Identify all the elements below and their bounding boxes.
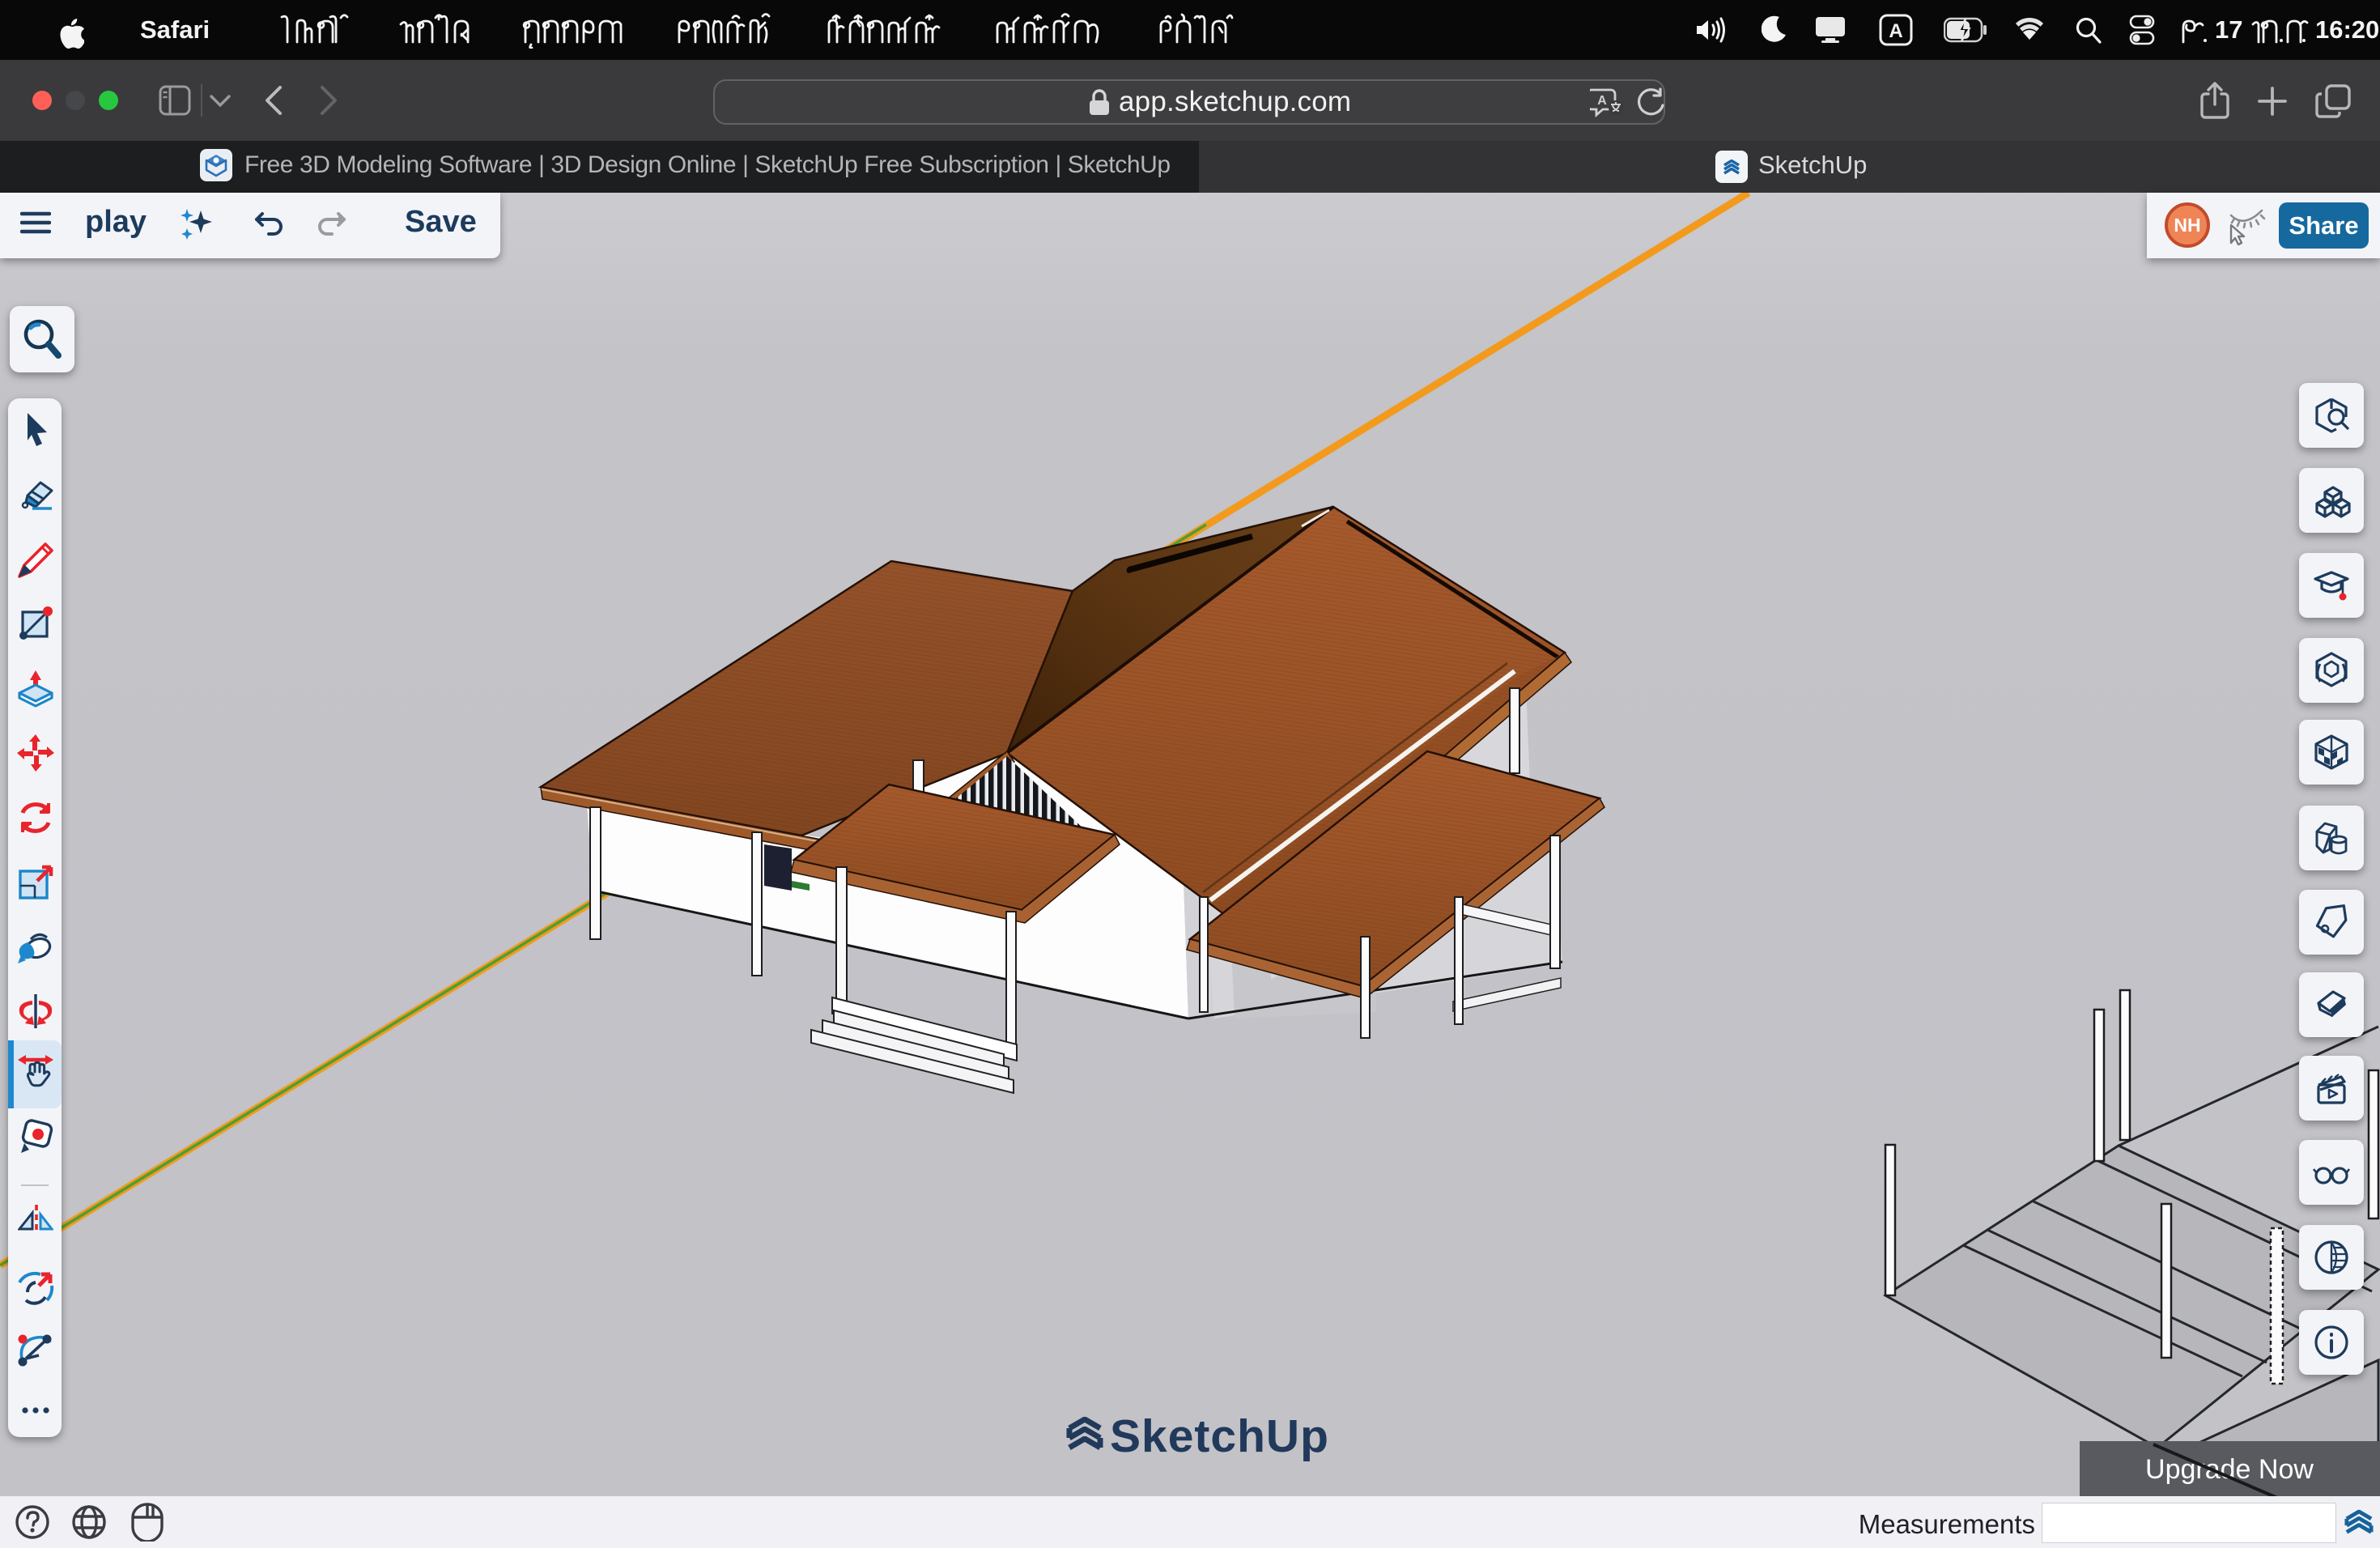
svg-text:Upgrade Now: Upgrade Now bbox=[2145, 1454, 2314, 1485]
svg-text:A: A bbox=[1889, 20, 1902, 42]
svg-text:SketchUp: SketchUp bbox=[1110, 1410, 1329, 1462]
svg-text:A: A bbox=[1597, 94, 1607, 108]
